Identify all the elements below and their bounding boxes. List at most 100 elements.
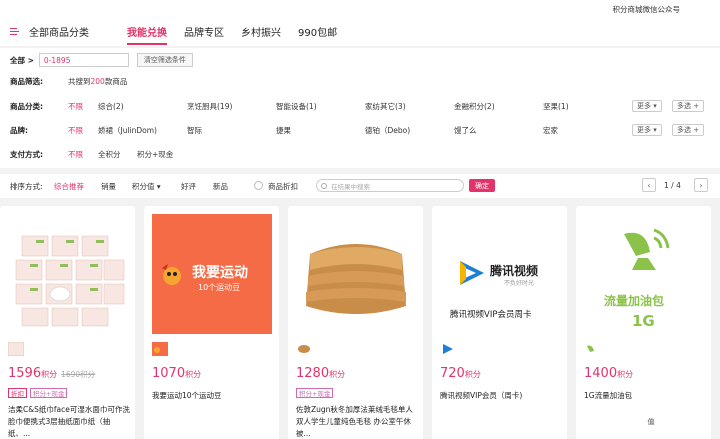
more-button[interactable]: 更多 ▾: [632, 100, 662, 112]
product-card[interactable]: 1280积分 积分+现金 佐敦Zugn秋冬加厚法莱绒毛毯单人双人学生儿童纯色毛毯…: [288, 206, 423, 439]
category-option[interactable]: 家纺其它(3): [365, 101, 406, 112]
brand-option[interactable]: 娇裙（JulinDom): [98, 125, 157, 136]
brand-option[interactable]: 智际: [187, 125, 202, 136]
confirm-button[interactable]: 确定: [469, 179, 495, 192]
sort-label: 排序方式:: [10, 182, 43, 191]
original-price: 1690积分: [61, 370, 96, 379]
brand-slogan: 不负好时光: [504, 280, 535, 287]
product-price: 1280积分: [296, 366, 346, 381]
result-search-input[interactable]: 在结果中搜索: [316, 179, 464, 192]
summary-row: 商品筛选: 共搜到200款商品: [10, 74, 710, 88]
payment-tag: 积分+现金: [296, 388, 334, 398]
banner-title: 我要运动: [192, 265, 248, 281]
image-caption: 腾讯视频VIP会员周卡: [450, 310, 532, 320]
brand-row: 品牌: 不限 娇裙（JulinDom) 智际 捷果 德铂（Debo) 馒了么 宏…: [10, 123, 710, 137]
price-range-input[interactable]: 0-1895: [38, 53, 129, 67]
tencent-video-logo-icon: [460, 261, 484, 285]
prev-page-button[interactable]: ‹: [642, 178, 656, 192]
product-thumbnail: [584, 342, 600, 356]
brand-option[interactable]: 捷果: [276, 125, 291, 136]
tab-brands[interactable]: 品牌专区: [184, 24, 224, 45]
wechat-link[interactable]: 积分商城微信公众号: [613, 4, 681, 15]
product-image: 流量加油包 1G: [584, 214, 704, 334]
sort-option[interactable]: 新品: [213, 181, 228, 192]
product-image: 腾讯视频 不负好时光 腾讯视频VIP会员周卡: [440, 214, 560, 334]
payment-tag: 积分+现金: [30, 388, 68, 398]
product-image: [8, 214, 128, 334]
menu-icon: [10, 27, 19, 36]
discount-radio[interactable]: [254, 181, 263, 190]
payment-label: 支付方式:: [10, 149, 43, 159]
sort-bar: 排序方式: 综合推荐 销量 积分值 ▾ 好评 新品 商品折扣 在结果中搜索 确定…: [0, 174, 720, 198]
multi-select-button[interactable]: 多选 +: [672, 124, 705, 136]
payment-option[interactable]: 积分+现金: [137, 149, 173, 160]
product-image: 我要运动 10个运动豆: [152, 214, 272, 334]
main-nav: 我能兑换 品牌专区 乡村振兴 990包邮: [127, 24, 354, 45]
category-option[interactable]: 智能设备(1): [276, 101, 317, 112]
sort-option[interactable]: 好评: [181, 181, 196, 192]
brand-option[interactable]: 德铂（Debo): [365, 125, 410, 136]
product-thumbnail: [7, 341, 25, 357]
product-title[interactable]: 洁柔C&S纸巾face可湿水面巾可作洗脸巾便携式3层抽纸面巾纸（抽纸、...: [8, 404, 130, 439]
category-option[interactable]: 金融积分(2): [454, 101, 495, 112]
all-filter-label[interactable]: 全部 >: [10, 55, 34, 66]
tab-free-shipping[interactable]: 990包邮: [298, 24, 337, 45]
filter-panel: 全部 > 0-1895 清空筛选条件 商品筛选: 共搜到200款商品 商品分类:…: [0, 48, 720, 168]
product-card[interactable]: 1596积分 1690积分 折扣 积分+现金 洁柔C&S纸巾face可湿水面巾可作…: [0, 206, 135, 439]
product-price: 1070积分: [152, 366, 202, 381]
product-thumbnail: [296, 342, 312, 356]
tab-redeemable[interactable]: 我能兑换: [127, 24, 167, 45]
discount-toggle-label: 商品折扣: [268, 182, 298, 191]
clear-filters-button[interactable]: 清空筛选条件: [136, 53, 193, 67]
all-categories-menu[interactable]: 全部商品分类: [10, 24, 89, 39]
summary-text: 共搜到200款商品: [68, 76, 128, 86]
more-button[interactable]: 更多 ▾: [632, 124, 662, 136]
product-price: 1400积分: [584, 366, 634, 381]
product-card[interactable]: 腾讯视频 不负好时光 腾讯视频VIP会员周卡 720积分 腾讯视频VIP会员（周…: [432, 206, 567, 439]
satellite-dish-icon: [624, 228, 670, 270]
sort-option[interactable]: 销量: [101, 181, 116, 192]
category-option[interactable]: 综合(2): [98, 101, 124, 112]
product-price: 720积分: [440, 366, 481, 381]
watermark: 值 什么值得买: [644, 414, 712, 429]
product-image: [296, 214, 416, 334]
price-filter-row: 全部 > 0-1895 清空筛选条件: [10, 53, 710, 67]
product-title[interactable]: 1G流量加油包: [584, 390, 706, 402]
sort-option[interactable]: 综合推荐: [54, 181, 84, 192]
brand-label: 品牌:: [10, 125, 28, 135]
next-page-button[interactable]: ›: [694, 178, 708, 192]
discount-tag: 折扣: [8, 388, 27, 398]
watermark-icon: 值: [644, 414, 658, 429]
sort-option[interactable]: 积分值 ▾: [132, 181, 161, 192]
payment-option[interactable]: 不限: [68, 149, 83, 160]
product-card[interactable]: 我要运动 10个运动豆 1070积分 我要运动10个运动豆: [144, 206, 279, 439]
payment-option[interactable]: 全积分: [98, 149, 121, 160]
product-thumbnail: [440, 342, 456, 356]
category-option[interactable]: 不限: [68, 101, 83, 112]
multi-select-button[interactable]: 多选 +: [672, 100, 705, 112]
brand-name: 腾讯视频: [490, 264, 539, 278]
product-title[interactable]: 我要运动10个运动豆: [152, 390, 274, 402]
brand-option[interactable]: 馒了么: [454, 125, 477, 136]
product-title[interactable]: 佐敦Zugn秋冬加厚法莱绒毛毯单人双人学生儿童纯色毛毯 办公室午休被...: [296, 404, 418, 439]
all-categories-label: 全部商品分类: [29, 28, 89, 39]
tab-rural[interactable]: 乡村振兴: [241, 24, 281, 45]
product-tags: 积分+现金: [296, 388, 336, 398]
summary-label: 商品筛选:: [10, 76, 43, 86]
product-title[interactable]: 腾讯视频VIP会员（周卡): [440, 390, 562, 402]
banner-subtitle: 10个运动豆: [198, 283, 241, 292]
page-indicator: 1 / 4: [664, 181, 681, 190]
pack-size: 1G: [632, 312, 655, 330]
category-option[interactable]: 坚果(1): [543, 101, 569, 112]
product-price: 1596积分 1690积分: [8, 366, 96, 381]
product-tags: 折扣 积分+现金: [8, 388, 70, 398]
category-row: 商品分类: 不限 综合(2) 烹饪厨具(19) 智能设备(1) 家纺其它(3) …: [10, 99, 710, 113]
category-label: 商品分类:: [10, 101, 43, 111]
product-card[interactable]: 流量加油包 1G 1400积分 1G流量加油包: [576, 206, 711, 439]
category-option[interactable]: 烹饪厨具(19): [187, 101, 232, 112]
brand-option[interactable]: 不限: [68, 125, 83, 136]
product-thumbnail: [152, 342, 168, 356]
payment-row: 支付方式: 不限 全积分 积分+现金: [10, 147, 710, 161]
brand-option[interactable]: 宏家: [543, 125, 558, 136]
pack-name: 流量加油包: [604, 294, 665, 308]
